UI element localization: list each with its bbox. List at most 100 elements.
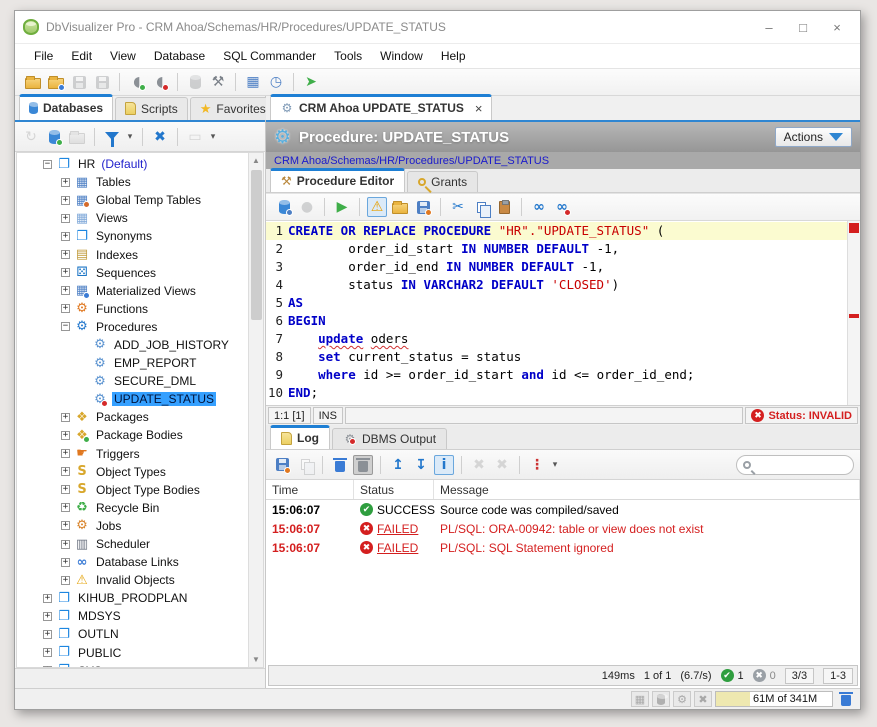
open-icon[interactable]	[390, 197, 410, 217]
tree-item-indexes[interactable]: +▤Indexes	[17, 245, 248, 263]
tree-item-jobs[interactable]: +⚙Jobs	[17, 517, 248, 535]
expand-icon[interactable]: +	[61, 485, 70, 494]
tab-dbms-output[interactable]: ⚙DBMS Output	[332, 428, 447, 449]
paste-icon[interactable]	[494, 197, 514, 217]
expand-icon[interactable]: +	[43, 594, 52, 603]
scroll-top-icon[interactable]: ↥	[388, 455, 408, 475]
log-row[interactable]: 15:06:07✖FAILEDPL/SQL: ORA-00942: table …	[266, 519, 860, 538]
expand-icon[interactable]: +	[61, 540, 70, 549]
open-folder-options-icon[interactable]	[46, 72, 66, 92]
expand-icon[interactable]: +	[43, 648, 52, 657]
tree-item-global-temp-tables[interactable]: +▦Global Temp Tables	[17, 191, 248, 209]
scroll-bottom-icon[interactable]: ↧	[411, 455, 431, 475]
expand-icon[interactable]: +	[61, 250, 70, 259]
collapse-icon[interactable]: −	[61, 322, 70, 331]
connect-icon[interactable]: ◖	[127, 72, 147, 92]
code-line-5[interactable]: 5AS	[266, 294, 847, 312]
menu-view[interactable]: View	[101, 46, 145, 66]
code-line-1[interactable]: 1CREATE OR REPLACE PROCEDURE "HR"."UPDAT…	[266, 222, 847, 240]
tree-item-object-type-bodies[interactable]: +SObject Type Bodies	[17, 481, 248, 499]
expand-icon[interactable]: +	[43, 666, 52, 667]
tools-icon[interactable]: ⚒	[208, 72, 228, 92]
tree-item-scheduler[interactable]: +▥Scheduler	[17, 535, 248, 553]
scroll-down-icon[interactable]: ▼	[249, 652, 264, 667]
memory-indicator[interactable]: 61M of 341M	[715, 691, 833, 707]
export-log-icon[interactable]	[272, 455, 292, 475]
expand-icon[interactable]: +	[61, 232, 70, 241]
save-as-icon[interactable]	[413, 197, 433, 217]
tree-item-mdsys[interactable]: +❐MDSYS	[17, 607, 248, 625]
grid-status-icon[interactable]: ▦	[631, 691, 649, 707]
find-icon[interactable]: ∞	[529, 197, 549, 217]
minimize-button[interactable]: –	[754, 16, 784, 38]
log-row[interactable]: 15:06:07✖FAILEDPL/SQL: SQL Statement ign…	[266, 538, 860, 557]
code-line-3[interactable]: 3 order_id_end IN NUMBER DEFAULT -1,	[266, 258, 847, 276]
tree-item-procedures[interactable]: −⚙Procedures	[17, 318, 248, 336]
expand-icon[interactable]: +	[61, 286, 70, 295]
column-header-time[interactable]: Time	[266, 480, 354, 499]
error-status-icon[interactable]: ✖	[694, 691, 712, 707]
row-markers-icon[interactable]: ⋮	[527, 455, 547, 475]
code-line-6[interactable]: 6BEGIN	[266, 312, 847, 330]
object-tab[interactable]: ⚙ CRM Ahoa UPDATE_STATUS ×	[270, 94, 492, 120]
copy-icon[interactable]	[471, 197, 491, 217]
expand-icon[interactable]: +	[43, 612, 52, 621]
code-line-8[interactable]: 8 set current_status = status	[266, 348, 847, 366]
tab-databases[interactable]: Databases	[19, 94, 113, 120]
autoscroll-icon[interactable]: i	[434, 455, 454, 475]
search-input[interactable]	[755, 459, 835, 471]
tree-item-add-job-history[interactable]: ⚙ADD_JOB_HISTORY	[17, 336, 248, 354]
code-line-4[interactable]: 4 status IN VARCHAR2 DEFAULT 'CLOSED')	[266, 276, 847, 294]
log-search[interactable]	[736, 455, 854, 475]
tab-log[interactable]: Log	[270, 425, 330, 449]
tree-item-database-links[interactable]: +∞Database Links	[17, 553, 248, 571]
tab-favorites[interactable]: ★Favorites	[190, 97, 276, 120]
tree-item-kihub-prodplan[interactable]: +❐KIHUB_PRODPLAN	[17, 589, 248, 607]
add-connection-icon[interactable]	[44, 127, 64, 147]
tab-grants[interactable]: Grants	[407, 171, 478, 192]
compile-save-icon[interactable]	[274, 197, 294, 217]
tree-item-views[interactable]: +▦Views	[17, 209, 248, 227]
expand-icon[interactable]: +	[61, 413, 70, 422]
tree-item-public[interactable]: +❐PUBLIC	[17, 644, 248, 662]
menu-sql-commander[interactable]: SQL Commander	[214, 46, 325, 66]
tree-item-functions[interactable]: +⚙Functions	[17, 300, 248, 318]
filter-icon[interactable]	[102, 127, 122, 147]
tab-scripts[interactable]: Scripts	[115, 97, 188, 120]
expand-icon[interactable]: +	[43, 630, 52, 639]
code-line-9[interactable]: 9 where id >= order_id_start and id <= o…	[266, 366, 847, 384]
tab-procedure-editor[interactable]: ⚒Procedure Editor	[270, 168, 405, 192]
execute-icon[interactable]: ▶	[332, 197, 352, 217]
disconnect-icon[interactable]: ◖	[150, 72, 170, 92]
tree-item-packages[interactable]: +❖Packages	[17, 408, 248, 426]
open-file-icon[interactable]	[23, 72, 43, 92]
actions-button[interactable]: Actions	[775, 127, 852, 147]
collapse-all-icon[interactable]: ✖	[150, 127, 170, 147]
tree-item-invalid-objects[interactable]: +⚠Invalid Objects	[17, 571, 248, 589]
cut-icon[interactable]: ✂	[448, 197, 468, 217]
code-line-10[interactable]: 10END;	[266, 384, 847, 402]
expand-icon[interactable]: +	[61, 268, 70, 277]
error-marker[interactable]	[849, 314, 859, 318]
tree-item-materialized-views[interactable]: +▦Materialized Views	[17, 282, 248, 300]
tree-item-secure-dml[interactable]: ⚙SECURE_DML	[17, 372, 248, 390]
expand-icon[interactable]: +	[61, 431, 70, 440]
tree-item-triggers[interactable]: +☛Triggers	[17, 445, 248, 463]
sql-editor[interactable]: 1CREATE OR REPLACE PROCEDURE "HR"."UPDAT…	[266, 221, 847, 405]
expand-icon[interactable]: +	[61, 558, 70, 567]
tree-item-recycle-bin[interactable]: +♻Recycle Bin	[17, 499, 248, 517]
expand-icon[interactable]: +	[61, 304, 70, 313]
tree-item-hr[interactable]: −❐HR(Default)	[17, 155, 248, 173]
tree-item-tables[interactable]: +▦Tables	[17, 173, 248, 191]
menu-edit[interactable]: Edit	[62, 46, 101, 66]
maximize-button[interactable]: □	[788, 16, 818, 38]
tree-item-sequences[interactable]: +⚄Sequences	[17, 264, 248, 282]
ddl-warning-icon[interactable]: ⚠	[367, 197, 387, 217]
tree-scrollbar[interactable]: ▲ ▼	[248, 153, 263, 667]
tree-item-outln[interactable]: +❐OUTLN	[17, 625, 248, 643]
auto-clear-icon[interactable]	[353, 455, 373, 475]
expand-icon[interactable]: +	[61, 503, 70, 512]
database-status-icon[interactable]	[652, 691, 670, 707]
expand-icon[interactable]: +	[61, 576, 70, 585]
clear-log-icon[interactable]	[330, 455, 350, 475]
